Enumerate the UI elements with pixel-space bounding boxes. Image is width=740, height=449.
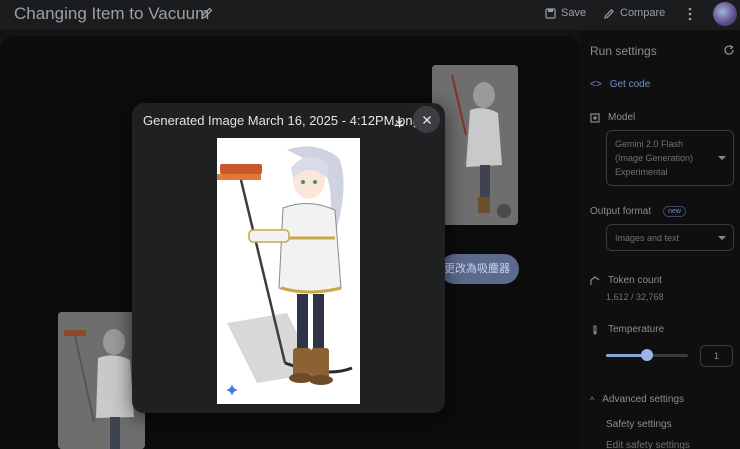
download-button[interactable] bbox=[390, 112, 408, 130]
chevron-up-icon: ^ bbox=[590, 394, 595, 405]
sparkle-icon bbox=[226, 384, 238, 396]
model-value-line: Experimental bbox=[615, 167, 668, 177]
more-icon[interactable] bbox=[684, 6, 696, 22]
safety-settings-label: Safety settings bbox=[606, 419, 672, 430]
temperature-label: Temperature bbox=[608, 324, 665, 335]
modal-title: Generated Image March 16, 2025 - 4:12PM.… bbox=[143, 113, 420, 128]
token-count-row: Token count bbox=[590, 275, 662, 286]
compare-icon bbox=[604, 8, 614, 19]
advanced-settings-label: Advanced settings bbox=[602, 394, 684, 405]
chevron-down-icon bbox=[718, 156, 726, 160]
temperature-row: Temperature bbox=[590, 324, 664, 335]
token-icon bbox=[590, 275, 600, 285]
model-row: Model bbox=[590, 112, 635, 123]
output-format-select[interactable]: Images and text bbox=[606, 224, 734, 251]
temperature-input[interactable]: 1 bbox=[700, 345, 733, 367]
refresh-icon[interactable] bbox=[723, 44, 735, 56]
temperature-icon bbox=[593, 325, 597, 334]
output-format-label: Output format bbox=[590, 206, 652, 217]
close-icon bbox=[422, 115, 431, 124]
edit-icon[interactable] bbox=[200, 6, 214, 20]
character-illustration bbox=[217, 138, 360, 404]
temperature-slider-thumb[interactable] bbox=[641, 349, 653, 361]
get-code-label: Get code bbox=[609, 79, 651, 90]
advanced-settings-toggle[interactable]: ^ Advanced settings bbox=[590, 394, 684, 405]
generated-image[interactable] bbox=[217, 138, 360, 404]
model-icon bbox=[590, 112, 600, 123]
save-label: Save bbox=[561, 7, 587, 19]
output-format-value: Images and text bbox=[615, 233, 680, 243]
model-value-line: Gemini 2.0 Flash bbox=[615, 139, 684, 149]
edit-safety-settings-link[interactable]: Edit safety settings bbox=[606, 440, 690, 449]
avatar[interactable] bbox=[713, 2, 737, 26]
token-count-value: 1,612 / 32,768 bbox=[606, 292, 664, 302]
run-settings-title: Run settings bbox=[590, 44, 657, 58]
model-label: Model bbox=[608, 112, 636, 123]
temperature-slider[interactable] bbox=[606, 349, 688, 361]
token-count-label: Token count bbox=[608, 275, 662, 286]
output-format-row: Output format new bbox=[590, 206, 686, 217]
top-bar: Changing Item to Vacuum Save Compare bbox=[0, 0, 740, 30]
run-settings-panel: Run settings <> Get code Model Gemini 2.… bbox=[580, 30, 740, 449]
save-button[interactable]: Save bbox=[545, 7, 586, 19]
save-icon bbox=[545, 7, 556, 19]
model-value-line: (Image Generation) bbox=[615, 153, 694, 163]
image-preview-modal: Generated Image March 16, 2025 - 4:12PM.… bbox=[132, 103, 445, 413]
new-badge: new bbox=[663, 206, 686, 217]
chevron-down-icon bbox=[718, 235, 726, 240]
compare-button[interactable]: Compare bbox=[604, 7, 665, 19]
download-icon bbox=[394, 116, 404, 127]
get-code-link[interactable]: <> Get code bbox=[590, 79, 650, 90]
compare-label: Compare bbox=[620, 7, 666, 19]
model-select[interactable]: Gemini 2.0 Flash (Image Generation) Expe… bbox=[606, 130, 734, 186]
close-button[interactable] bbox=[413, 106, 440, 133]
page-title: Changing Item to Vacuum bbox=[14, 4, 210, 23]
code-icon: <> bbox=[590, 79, 602, 90]
user-prompt-chip: 更改為吸塵器 bbox=[440, 254, 519, 284]
